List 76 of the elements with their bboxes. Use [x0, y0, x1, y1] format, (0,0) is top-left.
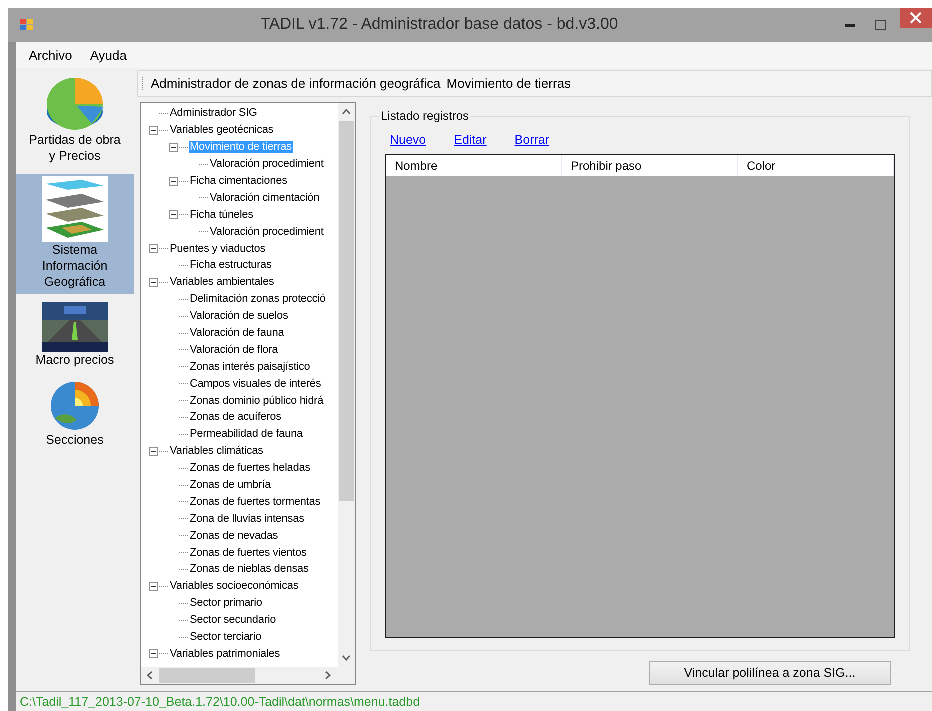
column-header[interactable]: Nombre [386, 155, 562, 176]
map-layers-icon [42, 176, 108, 242]
tree-item[interactable]: Delimitación zonas protecció [189, 293, 327, 306]
tree-item[interactable]: Permeabilidad de fauna [189, 428, 304, 440]
collapse-icon[interactable] [149, 278, 158, 287]
tree-item[interactable]: Valoración de flora [189, 344, 280, 356]
file-path: C:\Tadil_117_2013-07-10_Beta.1.72\10.00-Tadil\dat\normas\menu.tadbd [20, 694, 420, 708]
breadcrumb-item: Administrador de zonas de información geográfica [151, 76, 441, 91]
tree-item[interactable]: Zonas dominio público hidrá [189, 394, 325, 407]
group-title: Listado registros [380, 109, 470, 123]
action-link[interactable]: Editar [454, 133, 487, 147]
road-icon [42, 302, 108, 352]
grip-icon [142, 76, 145, 90]
collapse-icon[interactable] [169, 210, 178, 220]
maximize-icon[interactable] [875, 20, 886, 30]
sidebar-item[interactable]: Secciones [16, 378, 134, 452]
tree-item[interactable]: Zonas de acuíferos [189, 411, 282, 424]
column-header[interactable]: Color [738, 155, 894, 176]
action-link[interactable]: Nuevo [390, 133, 426, 147]
sidebar-label: Macro precios [34, 352, 116, 368]
close-icon[interactable] [900, 8, 932, 28]
window-title: TADIL v1.72 - Administrador base datos - bd.v3.00 [260, 16, 620, 34]
scroll-right-icon[interactable] [325, 671, 331, 680]
scrollbar-thumb[interactable] [339, 121, 354, 501]
tree-item[interactable]: Zonas interés paisajístico [189, 360, 312, 373]
tree-item[interactable]: Zonas de umbría [189, 479, 272, 492]
sidebar-item[interactable]: Macro precios [16, 300, 134, 372]
tree-item[interactable]: Variables geotécnicas [169, 124, 275, 136]
menu-item[interactable]: Ayuda [83, 46, 134, 64]
tree-item[interactable]: Ficha cimentaciones [189, 175, 288, 187]
scroll-down-icon[interactable] [342, 655, 351, 661]
menu-item[interactable]: Archivo [22, 46, 80, 64]
tree-item[interactable]: Valoración procedimient [209, 158, 325, 170]
tree-item[interactable]: Valoración de suelos [189, 310, 290, 322]
tree-item[interactable]: Zonas de fuertes tormentas [189, 496, 322, 508]
action-link[interactable]: Borrar [514, 133, 550, 147]
collapse-icon[interactable] [149, 582, 158, 591]
tree-item[interactable]: Puentes y viaductos [169, 242, 267, 255]
scrollbar-thumb[interactable] [159, 668, 255, 683]
sidebar-label: Secciones [45, 432, 105, 448]
tree-item[interactable]: Sector primario [189, 597, 264, 610]
tree-item[interactable]: Administrador SIG [169, 107, 258, 120]
scroll-up-icon[interactable] [342, 109, 351, 115]
tree-item[interactable]: Variables climáticas [169, 445, 264, 458]
link-polyline-button[interactable]: Vincular polilínea a zona SIG... [649, 661, 891, 685]
tree-item[interactable]: Valoración de fauna [189, 327, 286, 340]
tree-item[interactable]: Zona de lluvias intensas [189, 512, 306, 525]
collapse-icon[interactable] [149, 649, 158, 658]
minimize-icon[interactable] [845, 24, 855, 26]
collapse-icon[interactable] [149, 446, 158, 456]
sidebar-item[interactable]: Partidas de obra y Precios [16, 72, 134, 168]
collapse-icon[interactable] [169, 176, 178, 186]
scroll-left-icon[interactable] [147, 671, 153, 680]
tree-item[interactable]: Zonas de fuertes vientos [189, 546, 308, 559]
sidebar-label: Partidas de obra y Precios [28, 132, 122, 164]
tree-item[interactable]: Zonas de fuertes heladas [189, 462, 312, 474]
breadcrumb-item: Movimiento de tierras [446, 76, 572, 91]
tree-item[interactable]: Variables socioeconómicas [169, 580, 300, 592]
tree-item[interactable]: Sector terciario [189, 631, 263, 644]
tree-item[interactable]: Variables ambientales [169, 276, 276, 288]
tree-item[interactable]: Variables patrimoniales [169, 648, 282, 660]
sidebar-item[interactable]: Sistema Información Geográfica [16, 174, 134, 294]
tree-item[interactable]: Ficha túneles [189, 208, 254, 221]
column-header[interactable]: Prohibir paso [562, 155, 738, 176]
tree-item[interactable]: Campos visuales de interés [189, 378, 322, 390]
tree-item[interactable]: Valoración cimentación [209, 192, 321, 204]
tree-item[interactable]: Zonas de nevadas [189, 530, 280, 542]
collapse-icon[interactable] [149, 126, 158, 135]
tree-item[interactable]: Sector secundario [189, 614, 278, 626]
collapse-icon[interactable] [169, 142, 178, 152]
collapse-icon[interactable] [149, 244, 158, 254]
tree-item[interactable]: Ficha estructuras [189, 259, 273, 272]
tree-item[interactable]: Zonas de nieblas densas [189, 563, 310, 576]
sidebar-label: Sistema Información Geográfica [41, 242, 109, 290]
tree-item[interactable]: Valoración procedimient [209, 226, 325, 238]
app-icon [20, 19, 34, 31]
